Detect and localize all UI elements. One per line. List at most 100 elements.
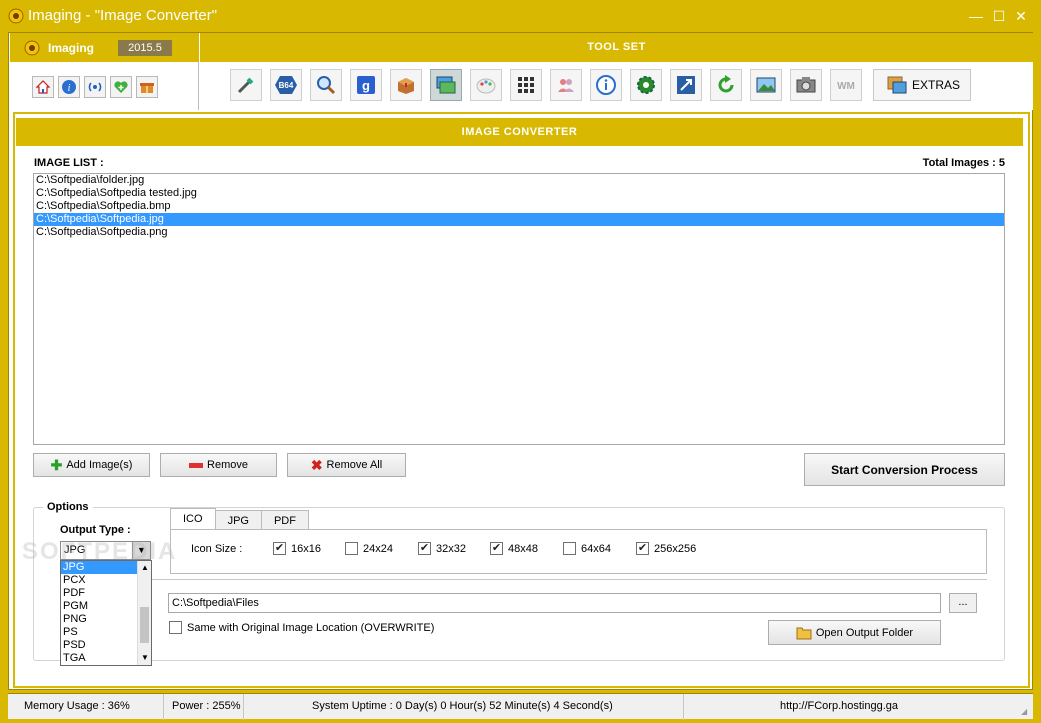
folder-icon — [796, 627, 812, 639]
color-picker-tool[interactable] — [230, 69, 262, 101]
version-badge: 2015.5 — [118, 40, 172, 56]
quick-actions: i — [32, 76, 158, 100]
list-item[interactable]: C:\Softpedia\Softpedia.bmp — [34, 200, 1004, 213]
remove-all-button[interactable]: ✖ Remove All — [287, 453, 406, 477]
resize-icon — [677, 76, 695, 94]
scroll-thumb[interactable] — [140, 607, 149, 643]
output-path-input[interactable]: C:\Softpedia\Files — [168, 593, 941, 613]
checkbox-label: 32x32 — [436, 542, 466, 555]
extras-button[interactable]: EXTRAS — [873, 69, 971, 101]
donate-button[interactable] — [110, 76, 132, 98]
checkbox-icon[interactable]: ✔ — [273, 542, 286, 555]
brand-header: Imaging 2015.5 — [10, 33, 199, 62]
tab-pdf[interactable]: PDF — [260, 510, 309, 530]
info-icon: i — [62, 80, 76, 94]
svg-text:B64: B64 — [279, 81, 294, 90]
gift-button[interactable] — [136, 76, 158, 98]
base64-icon: B64 — [275, 76, 297, 94]
list-item[interactable]: C:\Softpedia\Softpedia tested.jpg — [34, 187, 1004, 200]
search-tool[interactable] — [310, 69, 342, 101]
checkbox-64x64[interactable]: 64x64 — [563, 542, 611, 555]
checkbox-label: 256x256 — [654, 542, 697, 555]
checkbox-icon[interactable] — [563, 542, 576, 555]
checkbox-label: 64x64 — [581, 542, 611, 555]
maximize-button[interactable]: ☐ — [989, 6, 1009, 26]
add-images-label: Add Image(s) — [66, 459, 133, 471]
list-item[interactable]: C:\Softpedia\Softpedia.png — [34, 226, 1004, 239]
search-icon — [317, 76, 336, 95]
website-link[interactable]: http://FCorp.hostingg.ga — [684, 694, 1019, 720]
memory-usage: Memory Usage : 36% — [16, 694, 164, 720]
checkbox-icon[interactable]: ✔ — [418, 542, 431, 555]
image-info-tool[interactable] — [590, 69, 622, 101]
brand-panel: Imaging 2015.5 i — [10, 33, 199, 110]
converter-header: IMAGE CONVERTER — [16, 118, 1023, 146]
settings-tool[interactable] — [630, 69, 662, 101]
browse-button[interactable]: ... — [949, 593, 977, 613]
dropdown-scrollbar[interactable]: ▲ ▼ — [137, 561, 151, 665]
system-uptime: System Uptime : 0 Day(s) 0 Hour(s) 52 Mi… — [244, 694, 684, 720]
home-button[interactable] — [32, 76, 54, 98]
base64-tool[interactable]: B64 — [270, 69, 302, 101]
checkbox-icon[interactable]: ✔ — [490, 542, 503, 555]
tab-ico[interactable]: ICO — [170, 508, 216, 530]
start-conversion-button[interactable]: Start Conversion Process — [804, 453, 1005, 486]
checkbox-16x16[interactable]: ✔ 16x16 — [273, 542, 321, 555]
window-title: Imaging - "Image Converter" — [28, 7, 218, 24]
svg-text:WM: WM — [837, 81, 855, 92]
extras-icon — [887, 76, 907, 94]
toolset-bar: B64 g WM EXTRAS — [200, 62, 1033, 110]
home-icon — [35, 80, 51, 94]
rotate-tool[interactable] — [710, 69, 742, 101]
checkbox-256x256[interactable]: ✔ 256x256 — [636, 542, 696, 555]
users-tool[interactable] — [550, 69, 582, 101]
gear-icon — [637, 76, 655, 94]
overwrite-label: Same with Original Image Location (OVERW… — [187, 621, 435, 634]
brand-name: Imaging — [48, 41, 95, 55]
picture-tool[interactable] — [750, 69, 782, 101]
scroll-down-icon[interactable]: ▼ — [138, 652, 151, 664]
add-images-button[interactable]: ✚ Add Image(s) — [33, 453, 150, 477]
watermark-icon: WM — [837, 81, 855, 92]
watermark-tool[interactable]: WM — [830, 69, 862, 101]
close-icon: ✖ — [310, 456, 323, 473]
minus-icon — [189, 462, 204, 468]
open-output-folder-button[interactable]: Open Output Folder — [768, 620, 941, 645]
close-button[interactable]: ✕ — [1011, 6, 1031, 26]
overwrite-checkbox[interactable]: Same with Original Image Location (OVERW… — [169, 621, 434, 634]
tab-jpg[interactable]: JPG — [214, 510, 262, 530]
checkbox-icon[interactable]: ✔ — [636, 542, 649, 555]
image-list[interactable]: C:\Softpedia\folder.jpg C:\Softpedia\Sof… — [33, 173, 1005, 445]
google-search-tool[interactable]: g — [350, 69, 382, 101]
chevron-down-icon[interactable]: ▼ — [132, 542, 150, 559]
minimize-button[interactable]: — — [966, 6, 986, 26]
extras-label: EXTRAS — [912, 78, 961, 92]
info-button[interactable]: i — [58, 76, 80, 98]
scroll-up-icon[interactable]: ▲ — [138, 562, 151, 574]
output-type-select[interactable]: JPG ▼ — [60, 541, 151, 560]
list-item[interactable]: C:\Softpedia\folder.jpg — [34, 174, 1004, 187]
status-bar: Memory Usage : 36% Power : 255% System U… — [8, 693, 1033, 720]
screenshot-tool[interactable] — [790, 69, 822, 101]
resize-grip-icon[interactable]: ◢ — [1021, 707, 1031, 717]
list-item-selected[interactable]: C:\Softpedia\Softpedia.jpg — [34, 213, 1004, 226]
image-converter-tool[interactable] — [430, 69, 462, 101]
sunflower-icon — [8, 8, 24, 24]
resize-tool[interactable] — [670, 69, 702, 101]
picture-icon — [756, 77, 776, 93]
broadcast-button[interactable] — [84, 76, 106, 98]
checkbox-48x48[interactable]: ✔ 48x48 — [490, 542, 538, 555]
eyedropper-icon — [237, 77, 254, 94]
image-list-label: IMAGE LIST : — [34, 157, 104, 169]
checkbox-icon[interactable] — [169, 621, 182, 634]
checkbox-24x24[interactable]: 24x24 — [345, 542, 393, 555]
paint-tool[interactable] — [470, 69, 502, 101]
checkbox-32x32[interactable]: ✔ 32x32 — [418, 542, 466, 555]
grid-tool[interactable] — [510, 69, 542, 101]
package-tool[interactable] — [390, 69, 422, 101]
remove-button[interactable]: Remove — [160, 453, 277, 477]
checkbox-icon[interactable] — [345, 542, 358, 555]
grid-icon — [518, 77, 534, 93]
output-type-dropdown[interactable]: JPG PCX PDF PGM PNG PS PSD TGA ▲ ▼ — [60, 560, 152, 666]
heart-plus-icon — [114, 81, 128, 93]
